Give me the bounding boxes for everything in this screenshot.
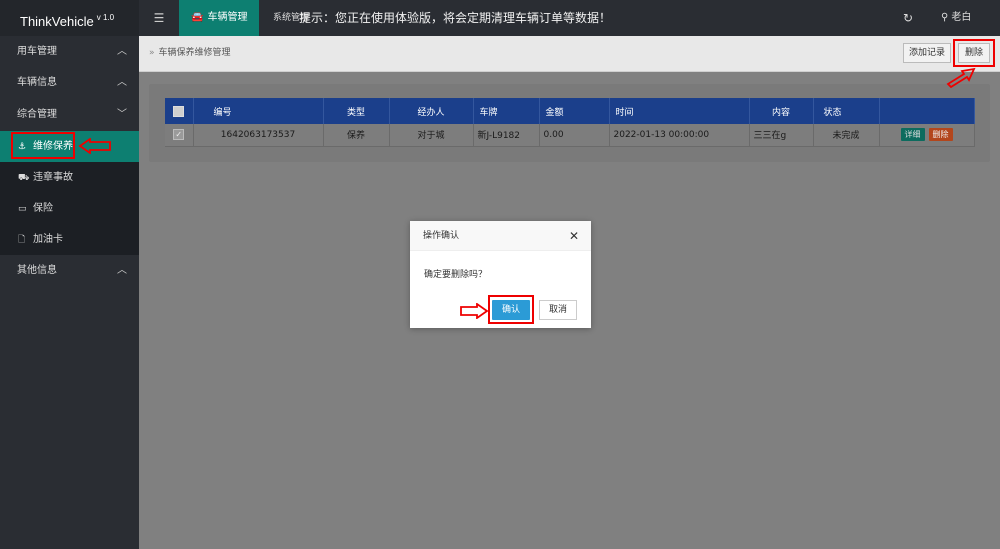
annotation-highlight-box (11, 132, 75, 159)
chevron-down-icon: ﹀ (117, 109, 127, 120)
column-header: 类型 (323, 98, 390, 124)
logo-text: ThinkVehicle (20, 14, 94, 29)
breadcrumb-bar: » 车辆保养维修管理 添加记录 删除 (139, 36, 1000, 72)
hamburger-icon[interactable]: ☰ (150, 0, 168, 36)
actions-header (879, 98, 975, 124)
user-menu[interactable]: ⚲ 老白 (941, 0, 971, 36)
car-icon: 🚘 (191, 12, 204, 23)
column-header: 时间 (609, 98, 750, 124)
sidebar-item-label: 加油卡 (33, 234, 63, 245)
sidebar-item-insurance[interactable]: ▭ 保险 (0, 193, 139, 224)
annotation-highlight-box (488, 295, 534, 324)
card-icon: ▭ (18, 204, 27, 214)
app-logo[interactable]: ThinkVehicle v 1.0 (0, 0, 139, 36)
sidebar-item-fuel-card[interactable]: 🗋 加油卡 (0, 224, 139, 255)
select-all-header[interactable] (165, 98, 194, 124)
double-chevron-right-icon: » (149, 48, 155, 58)
sidebar-item-violations[interactable]: ⛟ 违章事故 (0, 162, 139, 193)
cell-amount: 0.00 (539, 124, 610, 147)
records-table: 编号 类型 经办人 车牌 金额 时间 内容 状态 ✓ 1642063173537… (165, 98, 975, 147)
column-header: 内容 (749, 98, 814, 124)
cell-id: 1642063173537 (193, 124, 324, 147)
truck-icon: ⛟ (18, 173, 30, 183)
sidebar-group-general-management[interactable]: 综合管理 ﹀ (0, 99, 139, 130)
breadcrumb: » 车辆保养维修管理 (149, 36, 231, 70)
sidebar-item-label: 违章事故 (33, 172, 73, 183)
breadcrumb-label: 车辆保养维修管理 (158, 48, 231, 58)
table-panel: 编号 类型 经办人 车牌 金额 时间 内容 状态 ✓ 1642063173537… (149, 84, 990, 162)
cell-content: 三三在g (749, 124, 814, 147)
cell-actions: 详细 删除 (879, 124, 975, 147)
column-header: 编号 (193, 98, 324, 124)
sidebar-item-label: 保险 (33, 203, 53, 214)
sidebar-group-other-info[interactable]: 其他信息 ︿ (0, 255, 139, 286)
add-record-button[interactable]: 添加记录 (903, 43, 951, 63)
column-header: 车牌 (473, 98, 540, 124)
dialog-message: 确定要删除吗？ (424, 270, 488, 280)
chevron-up-icon: ︿ (117, 77, 127, 88)
table-row[interactable]: ✓ 1642063173537 保养 对于城 新J-L9182 0.00 202… (165, 124, 975, 147)
user-name: 老白 (951, 12, 972, 23)
sidebar-group-label: 综合管理 (17, 109, 57, 120)
cell-handler: 对于城 (389, 124, 474, 147)
close-icon[interactable]: ✕ (569, 221, 579, 251)
confirm-dialog: 操作确认 ✕ 确定要删除吗？ 确认 取消 (410, 221, 591, 328)
cell-plate: 新J-L9182 (473, 124, 540, 147)
sidebar-group-label: 用车管理 (17, 46, 57, 57)
detail-button[interactable]: 详细 (900, 128, 925, 142)
column-header: 经办人 (389, 98, 474, 124)
annotation-arrow-icon (78, 138, 111, 154)
select-all-checkbox[interactable] (173, 105, 185, 117)
sidebar-group-label: 其他信息 (17, 265, 57, 276)
table-header-row: 编号 类型 经办人 车牌 金额 时间 内容 状态 (165, 98, 975, 124)
chevron-up-icon: ︿ (117, 265, 127, 276)
version-label: v 1.0 (96, 13, 115, 22)
row-delete-button[interactable]: 删除 (928, 128, 953, 142)
annotation-arrow-icon (946, 67, 976, 88)
sidebar: 用车管理 ︿ 车辆信息 ︿ 综合管理 ﹀ ⚓ 维修保养 ⛟ 违章事故 ▭ 保险 🗋 加油… (0, 36, 139, 549)
top-bar: ThinkVehicle v 1.0 ☰ 🚘 车辆管理 系统管理 提示：您正在使用体… (0, 0, 1000, 36)
row-select-cell[interactable]: ✓ (165, 124, 194, 147)
column-header: 状态 (813, 98, 880, 124)
annotation-highlight-box (953, 39, 995, 67)
cell-type: 保养 (323, 124, 390, 147)
notice-text: 提示：您正在使用体验版，将会定期清理车辆订单等数据！ (299, 11, 612, 25)
cell-status: 未完成 (813, 124, 880, 147)
sidebar-group-vehicle-info[interactable]: 车辆信息 ︿ (0, 67, 139, 98)
sidebar-group-label: 车辆信息 (17, 77, 57, 88)
row-checkbox[interactable]: ✓ (173, 129, 185, 141)
chevron-up-icon: ︿ (117, 46, 127, 57)
refresh-icon[interactable]: ↻ (901, 0, 915, 36)
cancel-button[interactable]: 取消 (539, 300, 577, 320)
column-header: 金额 (539, 98, 610, 124)
cell-time: 2022-01-13 00:00:00 (609, 124, 750, 147)
dialog-title: 操作确认 (423, 231, 460, 241)
file-icon: 🗋 (18, 235, 26, 245)
dialog-header: 操作确认 ✕ (410, 221, 591, 251)
user-icon: ⚲ (941, 12, 949, 23)
sidebar-group-car-use[interactable]: 用车管理 ︿ (0, 36, 139, 67)
tab-label: 车辆管理 (207, 12, 248, 23)
annotation-arrow-icon (460, 303, 489, 319)
tab-vehicle-management[interactable]: 🚘 车辆管理 (179, 0, 259, 36)
